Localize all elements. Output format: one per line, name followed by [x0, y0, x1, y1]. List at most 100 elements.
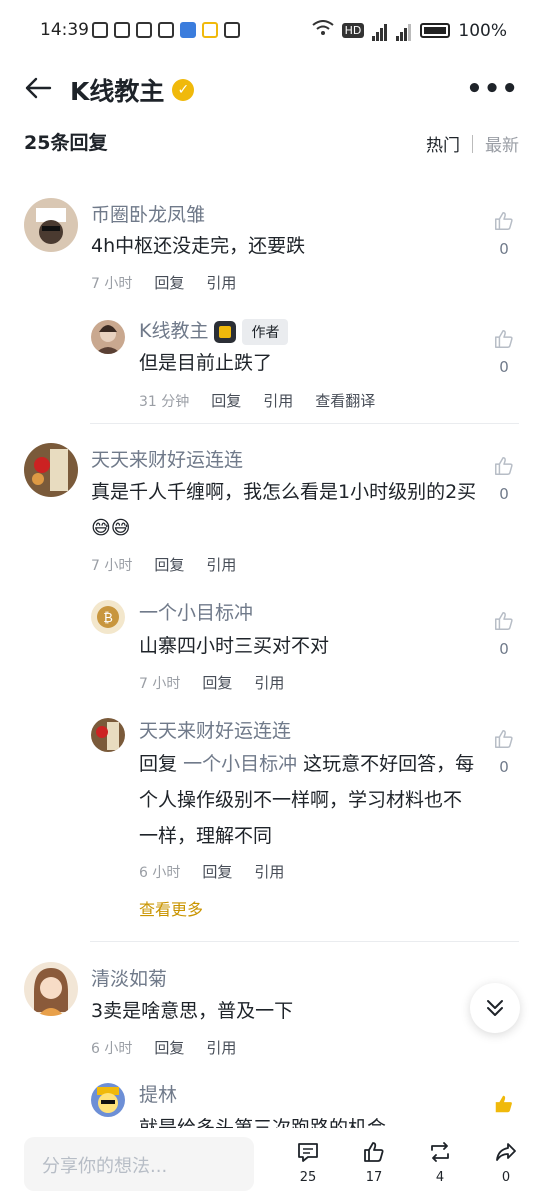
header: K线教主 ✓ ••• — [0, 64, 543, 112]
avatar[interactable] — [91, 320, 125, 354]
hd-badge: HD — [341, 23, 365, 38]
thumbs-up-icon — [495, 730, 513, 748]
like-button[interactable]: 0 — [491, 610, 517, 658]
repost-button[interactable]: 4 — [407, 1140, 473, 1185]
comment-button[interactable]: 25 — [275, 1140, 341, 1185]
gmail-icon — [224, 22, 240, 38]
page-title: K线教主 ✓ — [70, 72, 195, 108]
quote-button[interactable]: 引用 — [254, 861, 284, 882]
avatar[interactable] — [24, 443, 78, 497]
comment-time: 31 分钟 — [139, 393, 190, 410]
nfc-icon — [114, 22, 130, 38]
like-button[interactable]: 0 — [491, 210, 517, 258]
more-dots-icon[interactable]: ••• — [466, 74, 519, 104]
like-count: 0 — [499, 358, 509, 376]
key-icon — [92, 22, 108, 38]
comment-author[interactable]: 清淡如菊 — [91, 964, 167, 991]
thumbs-up-icon — [495, 212, 513, 230]
signal-icon-2 — [396, 21, 412, 41]
scroll-down-button[interactable] — [470, 983, 520, 1033]
mention-link[interactable]: 一个小目标冲 — [183, 753, 297, 775]
like-button[interactable]: 0 — [491, 728, 517, 776]
repost-icon — [431, 1142, 449, 1162]
comment-text: 但是目前止跌了 — [139, 352, 273, 374]
reply-button[interactable]: 回复 — [202, 861, 232, 882]
battery-icon — [420, 23, 451, 38]
comment-icon — [298, 1143, 318, 1162]
see-more-link[interactable]: 查看更多 — [139, 896, 203, 920]
like-button[interactable] — [491, 1093, 517, 1119]
comment-text: 3卖是啥意思，普及一下 — [91, 1000, 294, 1022]
sort-new-tab[interactable]: 最新 — [485, 131, 519, 156]
comment-author[interactable]: K线教主 作者 — [139, 316, 289, 345]
comment-author[interactable]: 一个小目标冲 — [139, 598, 253, 625]
sort-hot-tab[interactable]: 热门 — [426, 131, 460, 156]
comment-author[interactable]: 币圈卧龙凤雏 — [91, 200, 205, 227]
quote-button[interactable]: 引用 — [254, 672, 284, 693]
mail-icon — [180, 22, 196, 38]
reply-button[interactable]: 回复 — [211, 390, 241, 411]
battery-level: 100% — [458, 20, 507, 41]
comment-text: 4h中枢还没走完，还要跌 — [91, 235, 306, 257]
svg-text:₿: ₿ — [103, 611, 113, 626]
wifi-icon — [312, 20, 334, 41]
share-button[interactable]: 0 — [473, 1140, 539, 1185]
status-right: HD 100% — [312, 20, 507, 41]
comment-time: 7 小时 — [139, 675, 181, 692]
vibrate-icon — [158, 22, 174, 38]
thumbs-up-icon — [495, 457, 513, 475]
post-actions: 25 17 4 0 — [275, 1140, 539, 1185]
comment-text: 山寨四小时三买对不对 — [139, 635, 330, 657]
like-count: 0 — [499, 640, 509, 658]
avatar[interactable] — [91, 1083, 125, 1117]
like-button[interactable]: 0 — [491, 455, 517, 503]
avatar[interactable] — [91, 718, 125, 752]
comment-meta: 6 小时 回复 引用 — [91, 1037, 236, 1058]
comment-author[interactable]: 天天来财好运连连 — [91, 445, 243, 472]
translate-button[interactable]: 查看翻译 — [315, 390, 375, 411]
comment-author[interactable]: 天天来财好运连连 — [139, 716, 291, 743]
reply-count: 25条回复 — [24, 132, 108, 154]
comment-input[interactable]: 分享你的想法... — [24, 1137, 254, 1191]
avatar[interactable] — [24, 962, 78, 1016]
comment-text: 真是千人千缠啊，我怎么看是1小时级别的2买😅😅 — [91, 481, 477, 539]
quote-button[interactable]: 引用 — [206, 272, 236, 293]
thumbs-up-icon — [495, 612, 513, 630]
double-chevron-down-icon — [487, 1000, 503, 1016]
reply-button[interactable]: 回复 — [154, 554, 184, 575]
like-count: 0 — [499, 240, 509, 258]
quote-button[interactable]: 引用 — [206, 554, 236, 575]
reply-button[interactable]: 回复 — [202, 672, 232, 693]
like-count: 0 — [499, 758, 509, 776]
divider — [90, 423, 519, 424]
comment-meta: 7 小时 回复 引用 — [139, 672, 284, 693]
thumbs-up-filled-icon — [495, 1095, 512, 1113]
creator-badge-icon — [214, 320, 237, 343]
quote-button[interactable]: 引用 — [263, 390, 293, 411]
like-button[interactable]: 0 — [491, 328, 517, 376]
sort-toggle: 热门 最新 — [426, 131, 519, 156]
thumbs-up-icon — [495, 330, 513, 348]
comment-time: 7 小时 — [91, 557, 133, 574]
binance-icon — [202, 22, 218, 38]
avatar[interactable] — [24, 198, 78, 252]
divider — [90, 941, 519, 942]
share-icon — [496, 1143, 516, 1161]
bottom-bar: 分享你的想法... 25 17 4 0 — [0, 1128, 543, 1200]
reply-button[interactable]: 回复 — [154, 272, 184, 293]
reply-button[interactable]: 回复 — [154, 1037, 184, 1058]
like-post-button[interactable]: 17 — [341, 1140, 407, 1185]
back-arrow-icon[interactable] — [24, 74, 52, 102]
comment-time: 6 小时 — [91, 1040, 133, 1057]
alarm-icon — [136, 22, 152, 38]
comment-meta: 31 分钟 回复 引用 查看翻译 — [139, 390, 375, 411]
quote-button[interactable]: 引用 — [206, 1037, 236, 1058]
avatar[interactable]: ₿ — [91, 600, 125, 634]
comment-author[interactable]: 提林 — [139, 1080, 177, 1107]
status-time: 14:39 — [40, 20, 89, 40]
comment-meta: 7 小时 回复 引用 — [91, 272, 236, 293]
signal-icon — [372, 21, 388, 41]
comment-time: 6 小时 — [139, 864, 181, 881]
like-count: 0 — [499, 485, 509, 503]
author-badge: 作者 — [242, 318, 289, 345]
